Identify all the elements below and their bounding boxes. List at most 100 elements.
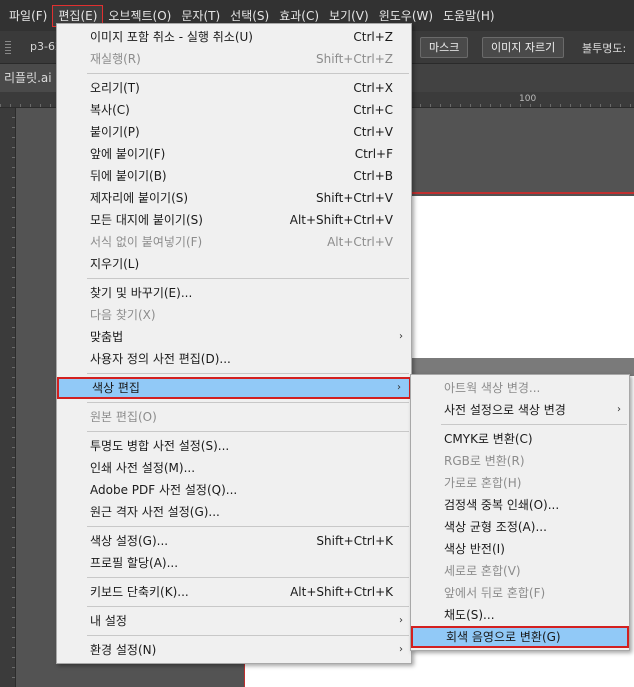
menu-item-원본-편집: 원본 편집(O)	[57, 406, 411, 428]
menu-item-환경-설정[interactable]: 환경 설정(N) ›	[57, 639, 411, 661]
menu-item-앞에-붙이기[interactable]: 앞에 붙이기(F) Ctrl+F	[57, 143, 411, 165]
ruler-number: 100	[519, 94, 537, 104]
menu-separator	[87, 431, 409, 432]
menu-item-shortcut: Shift+Ctrl+Z	[316, 52, 393, 66]
menu-item-원근-격자-사전-설정[interactable]: 원근 격자 사전 설정(G)...	[57, 501, 411, 523]
menu-item-복사[interactable]: 복사(C) Ctrl+C	[57, 99, 411, 121]
menu-item-색상-편집[interactable]: 색상 편집 ›	[57, 377, 411, 399]
menu-item-label: 원근 격자 사전 설정(G)...	[90, 505, 220, 519]
menu-item-shortcut: Ctrl+C	[353, 103, 393, 117]
menu-item-rgb로-변환: RGB로 변환(R)	[411, 450, 629, 472]
menu-item-내-설정[interactable]: 내 설정 ›	[57, 610, 411, 632]
menu-item-label: 앞에서 뒤로 혼합(F)	[444, 586, 546, 600]
menu-item-label: 사전 설정으로 색상 변경	[444, 403, 566, 417]
menu-item-검정색-중복-인쇄[interactable]: 검정색 중복 인쇄(O)...	[411, 494, 629, 516]
menu-item-label: 복사(C)	[90, 103, 130, 117]
menu-item-오리기[interactable]: 오리기(T) Ctrl+X	[57, 77, 411, 99]
menu-item-label: 붙이기(P)	[90, 125, 140, 139]
menu-item-label: 내 설정	[90, 614, 127, 628]
menu-item-투명도-병합-사전-설정[interactable]: 투명도 병합 사전 설정(S)...	[57, 435, 411, 457]
menu-separator	[87, 577, 409, 578]
menu-item-뒤에-붙이기[interactable]: 뒤에 붙이기(B) Ctrl+B	[57, 165, 411, 187]
grip-icon[interactable]	[5, 41, 11, 55]
menu-file[interactable]: 파일(F)	[4, 5, 52, 27]
menu-item-붙이기[interactable]: 붙이기(P) Ctrl+V	[57, 121, 411, 143]
menu-item-label: 뒤에 붙이기(B)	[90, 169, 167, 183]
menu-separator	[87, 635, 409, 636]
chevron-right-icon: ›	[399, 615, 403, 626]
vertical-ruler[interactable]	[0, 108, 16, 687]
document-tab[interactable]: 리플릿.ai	[0, 64, 60, 92]
menu-item-이미지-포함-취소-실행-취소[interactable]: 이미지 포함 취소 - 실행 취소(U) Ctrl+Z	[57, 26, 411, 48]
menu-item-label: 서식 없이 붙여넣기(F)	[90, 235, 203, 249]
menu-item-세로로-혼합: 세로로 혼합(V)	[411, 560, 629, 582]
menu-item-label: 색상 편집	[92, 381, 140, 395]
menu-item-재실행: 재실행(R) Shift+Ctrl+Z	[57, 48, 411, 70]
menu-item-프로필-할당[interactable]: 프로필 할당(A)...	[57, 552, 411, 574]
menu-item-label: 다음 찾기(X)	[90, 308, 156, 322]
menu-separator	[87, 373, 409, 374]
menu-item-채도[interactable]: 채도(S)...	[411, 604, 629, 626]
menu-item-label: 오리기(T)	[90, 81, 140, 95]
menu-item-label: 아트웍 색상 변경...	[444, 381, 541, 395]
menu-separator	[87, 402, 409, 403]
menu-item-색상-반전[interactable]: 색상 반전(I)	[411, 538, 629, 560]
menu-item-가로로-혼합: 가로로 혼합(H)	[411, 472, 629, 494]
edit-menu: 이미지 포함 취소 - 실행 취소(U) Ctrl+Z 재실행(R) Shift+Ct…	[56, 23, 412, 664]
menu-separator	[87, 606, 409, 607]
chevron-right-icon: ›	[399, 331, 403, 342]
menu-item-사용자-정의-사전-편집[interactable]: 사용자 정의 사전 편집(D)...	[57, 348, 411, 370]
menu-separator	[87, 278, 409, 279]
menu-item-모든-대지에-붙이기[interactable]: 모든 대지에 붙이기(S) Alt+Shift+Ctrl+V	[57, 209, 411, 231]
artboard-edge	[408, 192, 634, 194]
menu-item-키보드-단축키[interactable]: 키보드 단축키(K)... Alt+Shift+Ctrl+K	[57, 581, 411, 603]
crop-image-button[interactable]: 이미지 자르기	[482, 37, 565, 58]
menu-item-label: RGB로 변환(R)	[444, 454, 525, 468]
mask-button[interactable]: 마스크	[420, 37, 469, 58]
menu-item-shortcut: Alt+Ctrl+V	[327, 235, 393, 249]
menu-item-label: 색상 반전(I)	[444, 542, 505, 556]
menu-item-사전-설정으로-색상-변경[interactable]: 사전 설정으로 색상 변경 ›	[411, 399, 629, 421]
menu-item-label: 인쇄 사전 설정(M)...	[90, 461, 196, 475]
menu-item-shortcut: Alt+Shift+Ctrl+V	[289, 213, 393, 227]
menu-item-cmyk로-변환[interactable]: CMYK로 변환(C)	[411, 428, 629, 450]
menu-item-label: 사용자 정의 사전 편집(D)...	[90, 352, 231, 366]
menu-item-label: 지우기(L)	[90, 257, 140, 271]
menu-item-지우기[interactable]: 지우기(L)	[57, 253, 411, 275]
menu-item-인쇄-사전-설정[interactable]: 인쇄 사전 설정(M)...	[57, 457, 411, 479]
menu-item-회색-음영으로-변환[interactable]: 회색 음영으로 변환(G)	[411, 626, 629, 648]
menu-item-label: 회색 음영으로 변환(G)	[446, 630, 561, 644]
menu-item-label: 제자리에 붙이기(S)	[90, 191, 189, 205]
menu-item-shortcut: Alt+Shift+Ctrl+K	[290, 585, 393, 599]
menu-item-label: 모든 대지에 붙이기(S)	[90, 213, 203, 227]
menu-item-맞춤법[interactable]: 맞춤법 ›	[57, 326, 411, 348]
menu-item-label: 환경 설정(N)	[90, 643, 157, 657]
menu-item-label: 앞에 붙이기(F)	[90, 147, 166, 161]
menu-item-shortcut: Ctrl+X	[353, 81, 393, 95]
menu-item-shortcut: Ctrl+B	[353, 169, 393, 183]
menu-item-제자리에-붙이기[interactable]: 제자리에 붙이기(S) Shift+Ctrl+V	[57, 187, 411, 209]
menu-separator	[87, 526, 409, 527]
menu-item-label: Adobe PDF 사전 설정(Q)...	[90, 483, 238, 497]
menu-item-label: 키보드 단축키(K)...	[90, 585, 189, 599]
menu-item-label: 세로로 혼합(V)	[444, 564, 521, 578]
menu-item-다음-찾기: 다음 찾기(X)	[57, 304, 411, 326]
menu-item-label: 맞춤법	[90, 330, 124, 344]
menu-separator	[441, 424, 627, 425]
menu-item-label: 검정색 중복 인쇄(O)...	[444, 498, 560, 512]
menu-item-label: 이미지 포함 취소 - 실행 취소(U)	[90, 30, 253, 44]
menu-item-색상-균형-조정[interactable]: 색상 균형 조정(A)...	[411, 516, 629, 538]
menu-item-shortcut: Shift+Ctrl+K	[316, 534, 393, 548]
chevron-right-icon: ›	[397, 382, 401, 393]
menu-help[interactable]: 도움말(H)	[438, 5, 500, 27]
menu-item-label: 색상 균형 조정(A)...	[444, 520, 547, 534]
menu-item-label: 찾기 및 바꾸기(E)...	[90, 286, 193, 300]
menu-item-label: 투명도 병합 사전 설정(S)...	[90, 439, 230, 453]
menu-item-adobe-pdf-사전-설정[interactable]: Adobe PDF 사전 설정(Q)...	[57, 479, 411, 501]
color-edit-submenu: 아트웍 색상 변경... 사전 설정으로 색상 변경 › CMYK로 변환(C) RGB…	[410, 374, 630, 651]
menu-item-shortcut: Ctrl+Z	[353, 30, 393, 44]
menu-item-색상-설정[interactable]: 색상 설정(G)... Shift+Ctrl+K	[57, 530, 411, 552]
chevron-right-icon: ›	[617, 404, 621, 415]
menu-item-label: 색상 설정(G)...	[90, 534, 169, 548]
menu-item-찾기-및-바꾸기[interactable]: 찾기 및 바꾸기(E)...	[57, 282, 411, 304]
